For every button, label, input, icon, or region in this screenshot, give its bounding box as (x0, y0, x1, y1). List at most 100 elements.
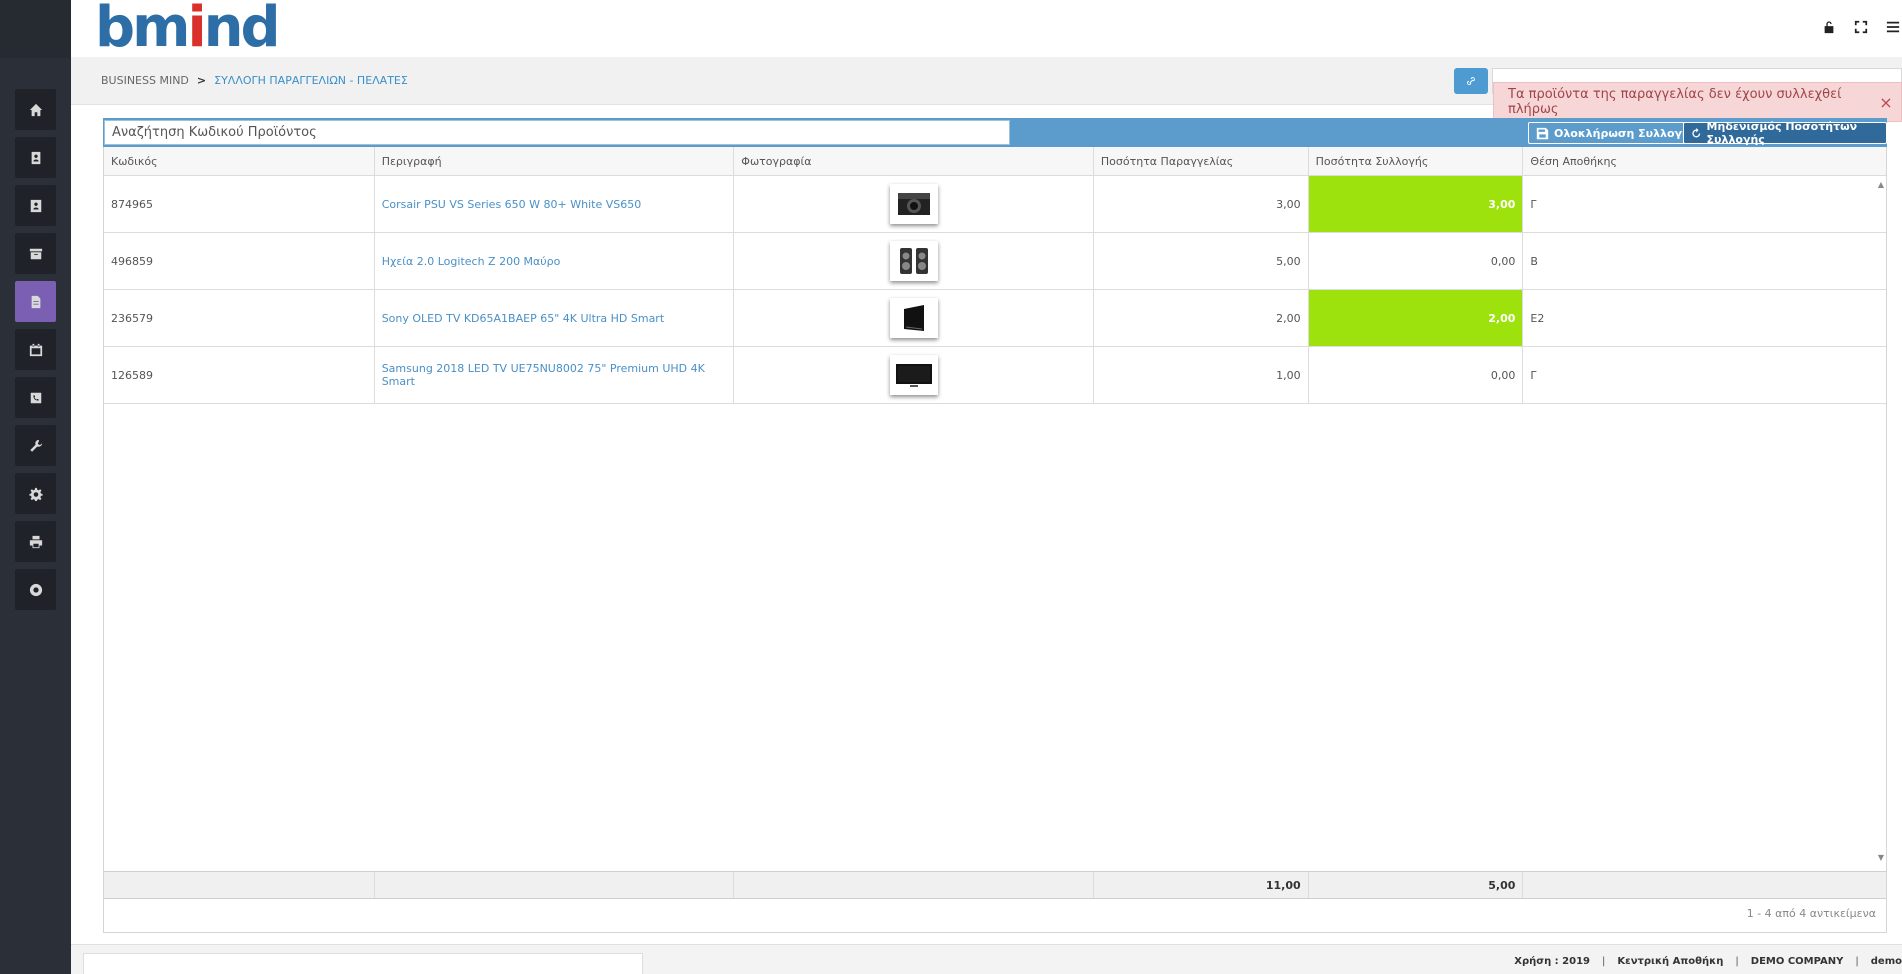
total-order-qty: 11,00 (1094, 872, 1309, 898)
status-items: Χρήση : 2019 | Κεντρική Αποθήκη | DEMO C… (1514, 956, 1902, 967)
table-row[interactable]: 496859 Ηχεία 2.0 Logitech Z 200 Μαύρο 5,… (104, 233, 1886, 290)
lock-button[interactable] (1820, 18, 1838, 36)
product-thumbnail[interactable] (889, 184, 938, 224)
link-icon (1467, 77, 1475, 85)
table-row[interactable]: 236579 Sony OLED TV KD65A1BAEP 65" 4K Ul… (104, 290, 1886, 347)
cell-collected-qty[interactable]: 0,00 (1309, 233, 1524, 289)
nav-print[interactable] (15, 521, 56, 562)
speakers-icon (899, 248, 928, 274)
cell-description[interactable]: Samsung 2018 LED TV UE75NU8002 75" Premi… (375, 347, 735, 403)
total-collected-qty: 5,00 (1309, 872, 1524, 898)
cell-collected-qty[interactable]: 0,00 (1309, 347, 1524, 403)
notification-message: Τα προϊόντα της παραγγελίας δεν έχουν συ… (1508, 87, 1842, 117)
cell-collected-qty[interactable]: 2,00 (1308, 290, 1524, 346)
nav-support[interactable] (15, 569, 56, 610)
logo: bmind (95, 0, 281, 56)
status-user[interactable]: demo (1871, 956, 1902, 967)
nav-phone[interactable] (15, 377, 56, 418)
fullscreen-button[interactable] (1852, 18, 1870, 36)
nav-calendar[interactable] (15, 329, 56, 370)
cell-location: Γ (1530, 368, 1537, 382)
cell-order-qty: 5,00 (1094, 233, 1309, 289)
breadcrumb-current[interactable]: ΣΥΛΛΟΓΗ ΠΑΡΑΓΓΕΛΙΩΝ - ΠΕΛΑΤΕΣ (214, 74, 408, 87)
logo-rest: nd (203, 0, 281, 60)
header: bmind (71, 0, 1902, 57)
sidebar-top (0, 0, 71, 58)
column-header-collected-qty[interactable]: Ποσότητα Συλλογής (1309, 147, 1524, 175)
nav-customers[interactable] (15, 185, 56, 226)
gear-icon (28, 487, 43, 501)
product-code-search-input[interactable] (104, 120, 1010, 145)
menu-button[interactable] (1884, 18, 1902, 36)
status-year[interactable]: Χρήση : 2019 (1514, 956, 1590, 967)
logo-main: bm (95, 0, 190, 60)
grid-toolbar: Ολοκλήρωση Συλλογής Μηδενισμός Ποσοτήτων… (103, 118, 1887, 147)
total-empty-location (1523, 872, 1886, 898)
fullscreen-icon (1854, 20, 1868, 34)
notification-close-button[interactable]: × (1871, 93, 1901, 112)
led-tv-icon (895, 364, 932, 387)
complete-collection-button[interactable]: Ολοκλήρωση Συλλογής (1528, 122, 1705, 144)
nav-tools[interactable] (15, 425, 56, 466)
total-empty-description (375, 872, 735, 898)
grid-totals: 11,00 5,00 (104, 871, 1886, 899)
cell-code: 126589 (104, 347, 375, 403)
grid-header: Κωδικός Περιγραφή Φωτογραφία Ποσότητα Πα… (104, 147, 1886, 176)
products-grid: Κωδικός Περιγραφή Φωτογραφία Ποσότητα Πα… (103, 147, 1887, 933)
table-row[interactable]: 874965 Corsair PSU VS Series 650 W 80+ W… (104, 176, 1886, 233)
cell-description[interactable]: Ηχεία 2.0 Logitech Z 200 Μαύρο (375, 233, 735, 289)
product-thumbnail[interactable] (889, 355, 938, 395)
save-icon (1536, 127, 1549, 139)
cell-location: Ε2 (1530, 311, 1545, 325)
cell-photo (734, 347, 1094, 403)
status-bar: Χρήση : 2019 | Κεντρική Αποθήκη | DEMO C… (71, 944, 1902, 974)
calendar-icon (29, 343, 42, 356)
nav-documents[interactable] (15, 281, 56, 322)
cell-photo (734, 233, 1094, 289)
breadcrumb-separator: > (196, 74, 207, 87)
nav-archive[interactable] (15, 233, 56, 274)
archive-icon (29, 248, 42, 259)
cell-collected-qty[interactable]: 3,00 (1308, 176, 1524, 232)
reset-quantities-label: Μηδενισμός Ποσοτήτων Συλλογής (1706, 120, 1858, 146)
nav-home[interactable] (15, 89, 56, 130)
home-icon (29, 103, 42, 116)
nav-contacts[interactable] (15, 137, 56, 178)
scroll-down-icon[interactable]: ▼ (1878, 853, 1884, 862)
reset-quantities-button[interactable]: Μηδενισμός Ποσοτήτων Συλλογής (1683, 120, 1887, 146)
column-header-code[interactable]: Κωδικός (104, 147, 375, 175)
cell-description[interactable]: Sony OLED TV KD65A1BAEP 65" 4K Ultra HD … (375, 290, 735, 346)
breadcrumb: BUSINESS MIND > ΣΥΛΛΟΓΗ ΠΑΡΑΓΓΕΛΙΩΝ - ΠΕ… (101, 74, 408, 87)
cell-photo (734, 176, 1094, 232)
lifebuoy-icon (29, 583, 42, 596)
product-thumbnail[interactable] (889, 298, 938, 338)
status-company[interactable]: DEMO COMPANY (1751, 956, 1844, 967)
document-icon (31, 295, 40, 308)
column-header-location[interactable]: Θέση Αποθήκης (1523, 147, 1886, 175)
total-empty-code (104, 872, 375, 898)
column-header-order-qty[interactable]: Ποσότητα Παραγγελίας (1094, 147, 1309, 175)
phone-icon (30, 392, 41, 403)
cell-location: Β (1530, 254, 1538, 268)
pager-info: 1 - 4 από 4 αντικείμενα (1746, 907, 1876, 920)
table-row[interactable]: 126589 Samsung 2018 LED TV UE75NU8002 75… (104, 347, 1886, 404)
cell-photo (734, 290, 1094, 346)
cell-description[interactable]: Corsair PSU VS Series 650 W 80+ White VS… (375, 176, 735, 232)
status-separator: | (1855, 956, 1859, 967)
unlock-icon (1824, 21, 1834, 34)
oled-tv-icon (903, 305, 924, 331)
scroll-up-icon[interactable]: ▲ (1878, 180, 1884, 189)
product-thumbnail[interactable] (889, 241, 938, 281)
column-header-description[interactable]: Περιγραφή (375, 147, 735, 175)
sidebar (0, 0, 71, 974)
error-notification: Τα προϊόντα της παραγγελίας δεν έχουν συ… (1493, 82, 1902, 122)
total-empty-photo (734, 872, 1094, 898)
column-header-photo[interactable]: Φωτογραφία (734, 147, 1094, 175)
link-button[interactable] (1454, 68, 1488, 94)
app-root: bmind BUSINESS MIND > ΣΥΛΛΟΓΗ ΠΑΡΑΓΓΕΛΙΩ… (0, 0, 1902, 974)
status-warehouse[interactable]: Κεντρική Αποθήκη (1617, 956, 1723, 967)
refresh-icon (1692, 127, 1701, 137)
breadcrumb-root[interactable]: BUSINESS MIND (101, 74, 189, 87)
nav-settings[interactable] (15, 473, 56, 514)
complete-collection-label: Ολοκλήρωση Συλλογής (1554, 126, 1697, 140)
